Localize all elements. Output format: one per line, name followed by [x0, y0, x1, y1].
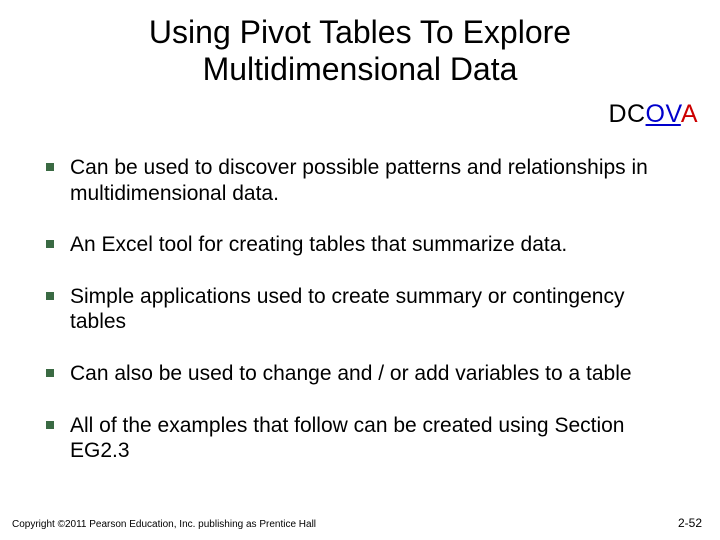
list-item: Can also be used to change and / or add … — [46, 361, 686, 387]
copyright-text: Copyright ©2011 Pearson Education, Inc. … — [12, 519, 316, 530]
title-line-2: Multidimensional Data — [203, 51, 518, 87]
dcova-tag: DCOVA — [608, 100, 698, 129]
title-line-1: Using Pivot Tables To Explore — [149, 14, 571, 50]
list-item: An Excel tool for creating tables that s… — [46, 232, 686, 258]
slide-number: 2-52 — [678, 516, 702, 530]
bullet-text: Can be used to discover possible pattern… — [70, 155, 686, 206]
dcova-last: A — [681, 100, 698, 128]
bullet-text: An Excel tool for creating tables that s… — [70, 232, 686, 258]
list-item: Can be used to discover possible pattern… — [46, 155, 686, 206]
bullet-text: Simple applications used to create summa… — [70, 284, 686, 335]
bullet-icon — [46, 240, 54, 248]
list-item: All of the examples that follow can be c… — [46, 413, 686, 464]
bullet-icon — [46, 369, 54, 377]
slide-title: Using Pivot Tables To Explore Multidimen… — [0, 0, 720, 88]
bullet-icon — [46, 292, 54, 300]
dcova-mid: OV — [646, 100, 681, 128]
dcova-pre: DC — [608, 100, 645, 128]
bullet-text: Can also be used to change and / or add … — [70, 361, 686, 387]
bullet-text: All of the examples that follow can be c… — [70, 413, 686, 464]
slide: Using Pivot Tables To Explore Multidimen… — [0, 0, 720, 540]
bullet-list: Can be used to discover possible pattern… — [46, 155, 686, 490]
list-item: Simple applications used to create summa… — [46, 284, 686, 335]
bullet-icon — [46, 163, 54, 171]
bullet-icon — [46, 421, 54, 429]
